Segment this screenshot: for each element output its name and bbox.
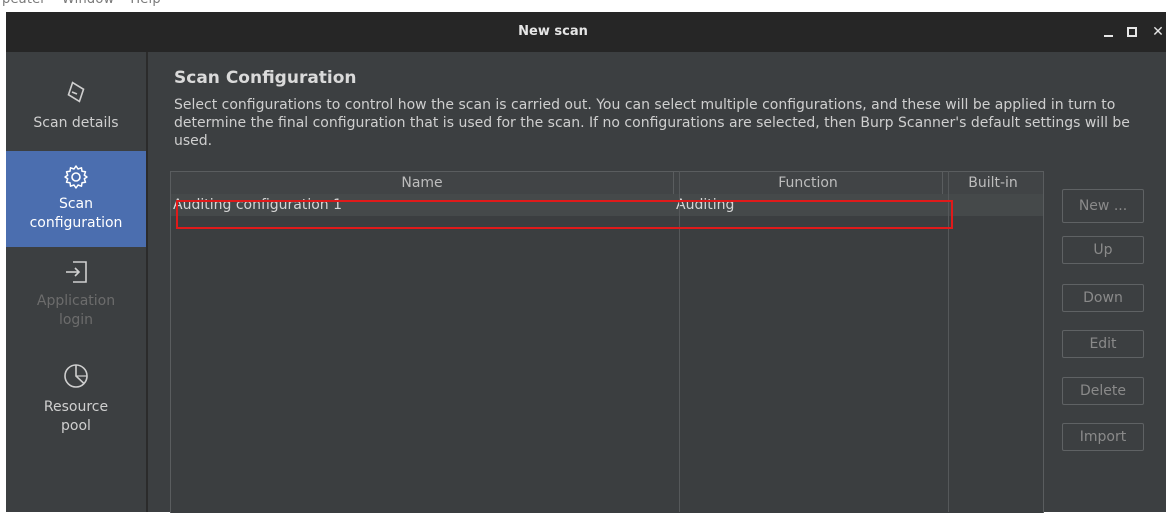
sidebar-item-label: Scan [58,196,94,212]
sidebar-item-label: login [58,312,94,328]
login-icon [66,261,87,283]
sidebar-item-scan-details[interactable]: Scan details [6,78,146,140]
minimize-button[interactable] [1101,24,1117,40]
gear-icon [64,165,88,189]
edit-button[interactable]: Edit [1062,330,1144,358]
close-button[interactable]: ✕ [1150,24,1166,40]
new-button[interactable]: New ... [1062,189,1144,223]
page-title: Scan Configuration [174,68,357,88]
sidebar-item-resource-pool[interactable]: Resource pool [6,362,146,446]
title-bar[interactable]: New scan ✕ [6,12,1166,52]
column-header-function[interactable]: Function [674,172,943,194]
import-button[interactable]: Import [1062,423,1144,451]
pie-chart-icon [64,364,88,388]
sidebar-item-label: Application [36,293,116,309]
up-button[interactable]: Up [1062,236,1144,264]
app-menu-strip: peaterWindowHelp [0,0,1166,12]
sidebar-item-label: Scan details [33,115,119,131]
sidebar: Scan details Scan configuration Applicat… [6,52,146,512]
highlight-box [176,200,953,229]
column-header-name[interactable]: Name [171,172,674,194]
delete-button[interactable]: Delete [1062,377,1144,405]
sidebar-item-label: configuration [29,215,123,231]
window-title: New scan [518,24,588,39]
sidebar-item-application-login[interactable]: Application login [6,258,146,346]
sidebar-divider [146,52,148,512]
column-header-built-in[interactable]: Built-in [943,172,1043,194]
page-description: Select configurations to control how the… [174,97,1130,149]
maximize-button[interactable] [1124,24,1140,40]
scan-details-icon [67,81,85,103]
menu-items: peaterWindowHelp [2,0,177,7]
cell-built-in [943,194,1043,216]
table-header: Name Function Built-in [171,172,1043,195]
down-button[interactable]: Down [1062,284,1144,312]
sidebar-item-scan-configuration[interactable]: Scan configuration [6,151,146,247]
sidebar-item-label: Resource [43,399,109,415]
sidebar-item-label: pool [61,418,91,434]
